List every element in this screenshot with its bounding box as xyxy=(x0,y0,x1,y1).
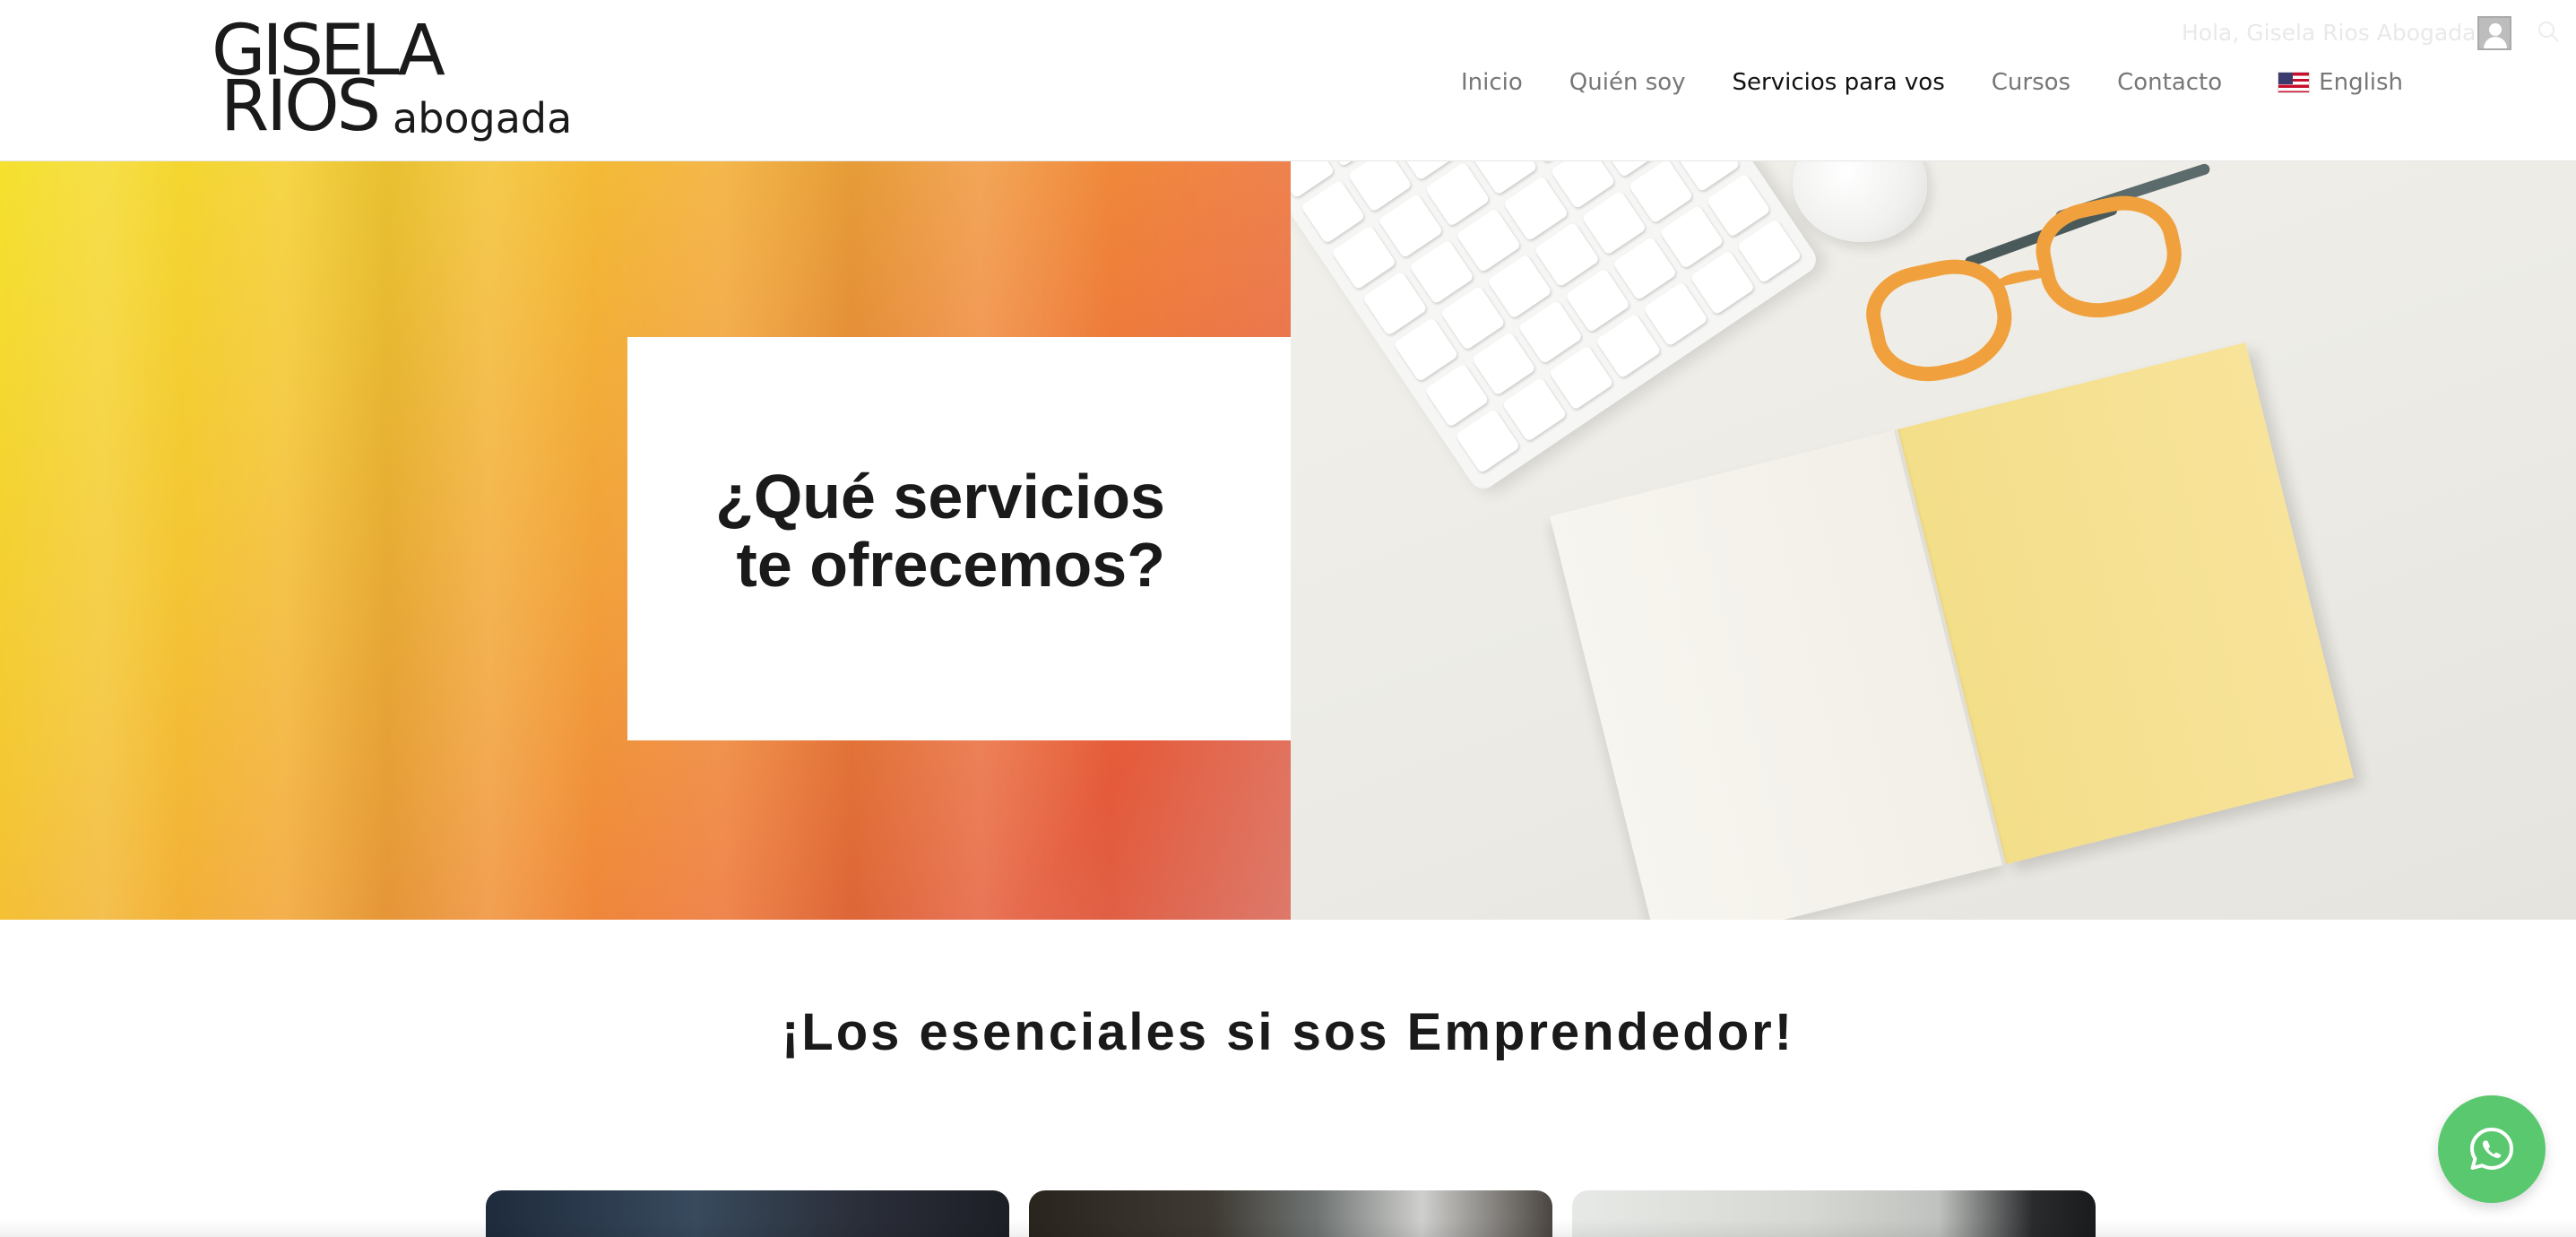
site-logo[interactable]: GISELA RIOS abogada xyxy=(212,16,573,147)
nav-item-servicios[interactable]: Servicios para vos xyxy=(1733,69,1945,96)
user-greeting[interactable]: Hola, Gisela Rios Abogada xyxy=(2182,20,2476,46)
section-title: ¡Los esenciales si sos Emprendedor! xyxy=(781,1003,1795,1061)
hero-title-card: ¿Qué servicios te ofrecemos? xyxy=(627,337,1291,740)
whatsapp-chat-button[interactable] xyxy=(2438,1095,2546,1203)
nav-item-inicio[interactable]: Inicio xyxy=(1461,69,1523,96)
user-avatar-icon[interactable] xyxy=(2477,16,2511,50)
notebook-image xyxy=(1536,286,2371,920)
hero-banner: ¿Qué servicios te ofrecemos? xyxy=(0,161,2576,920)
language-switcher[interactable]: English xyxy=(2278,69,2403,96)
hero-title-line-1: ¿Qué servicios xyxy=(715,462,1165,532)
logo-subtitle: abogada xyxy=(393,94,573,143)
nav-item-contacto[interactable]: Contacto xyxy=(2117,69,2222,96)
logo-line-2: RIOS xyxy=(220,66,381,147)
nav-item-cursos[interactable]: Cursos xyxy=(1992,69,2070,96)
mouse-image xyxy=(1793,161,1927,242)
us-flag-icon xyxy=(2278,72,2311,93)
hero-title-line-2: te ofrecemos? xyxy=(736,530,1165,600)
site-header: GISELA RIOS abogada Hola, Gisela Rios Ab… xyxy=(0,0,2576,161)
main-nav: Inicio Quién soy Servicios para vos Curs… xyxy=(1461,65,2403,100)
hero-title: ¿Qué servicios te ofrecemos? xyxy=(715,463,1165,599)
nav-item-quien-soy[interactable]: Quién soy xyxy=(1569,69,1686,96)
bottom-shadow xyxy=(0,1219,2576,1237)
language-label: English xyxy=(2319,69,2404,96)
search-icon[interactable] xyxy=(2537,20,2560,43)
hero-desk-photo xyxy=(1291,161,2576,920)
whatsapp-icon xyxy=(2470,1128,2513,1170)
